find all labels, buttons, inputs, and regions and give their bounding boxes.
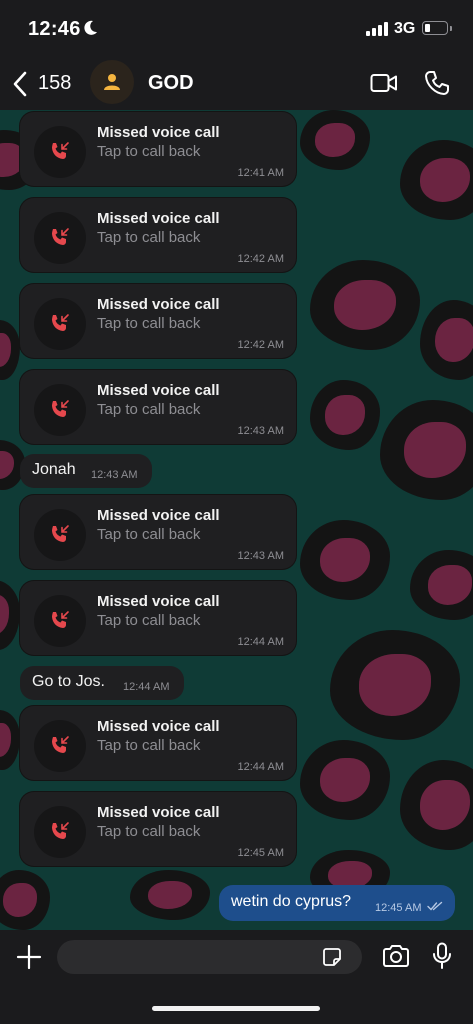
incoming-message[interactable]: Go to Jos. 12:44 AM — [20, 666, 184, 700]
missed-call-card[interactable]: Missed voice call Tap to call back 12:42… — [20, 198, 296, 272]
missed-call-icon — [34, 212, 86, 264]
missed-call-icon — [34, 384, 86, 436]
back-unread-count[interactable]: 158 — [38, 72, 71, 95]
missed-call-card[interactable]: Missed voice call Tap to call back 12:43… — [20, 495, 296, 569]
missed-call-card[interactable]: Missed voice call Tap to call back 12:41… — [20, 112, 296, 186]
call-title: Missed voice call — [97, 382, 220, 399]
call-subtitle: Tap to call back — [97, 737, 201, 754]
message-list: Missed voice call Tap to call back 12:41… — [0, 110, 473, 930]
message-text: Go to Jos. — [32, 673, 105, 690]
camera-icon[interactable] — [382, 944, 410, 968]
person-icon — [104, 74, 120, 90]
phone-icon[interactable] — [424, 70, 450, 96]
chevron-left-icon[interactable] — [10, 70, 30, 98]
message-time: 12:45 AM — [375, 902, 422, 914]
composer-bar — [0, 930, 473, 1024]
home-indicator — [152, 1006, 320, 1011]
call-subtitle: Tap to call back — [97, 143, 201, 160]
battery-icon — [422, 21, 452, 35]
microphone-icon[interactable] — [432, 942, 452, 970]
contact-name[interactable]: GOD — [148, 72, 194, 95]
status-time: 12:46 — [28, 18, 81, 40]
message-time: 12:43 AM — [91, 469, 138, 481]
call-title: Missed voice call — [97, 210, 220, 227]
chat-area[interactable]: Missed voice call Tap to call back 12:41… — [0, 110, 473, 930]
message-time: 12:41 AM — [237, 167, 284, 179]
network-type: 3G — [394, 20, 416, 37]
call-subtitle: Tap to call back — [97, 612, 201, 629]
call-title: Missed voice call — [97, 593, 220, 610]
call-title: Missed voice call — [97, 296, 220, 313]
missed-call-icon — [34, 720, 86, 772]
call-subtitle: Tap to call back — [97, 315, 201, 332]
message-input[interactable] — [57, 940, 362, 974]
double-check-icon — [427, 901, 443, 911]
video-camera-icon[interactable] — [370, 72, 398, 94]
missed-call-card[interactable]: Missed voice call Tap to call back 12:45… — [20, 792, 296, 866]
message-text: Jonah — [32, 461, 76, 478]
message-time: 12:44 AM — [237, 636, 284, 648]
call-title: Missed voice call — [97, 507, 220, 524]
message-time: 12:45 AM — [237, 847, 284, 859]
message-time: 12:42 AM — [237, 339, 284, 351]
call-subtitle: Tap to call back — [97, 401, 201, 418]
outgoing-message[interactable]: wetin do cyprus? 12:45 AM — [219, 885, 455, 921]
missed-call-icon — [34, 806, 86, 858]
missed-call-card[interactable]: Missed voice call Tap to call back 12:44… — [20, 581, 296, 655]
missed-call-card[interactable]: Missed voice call Tap to call back 12:43… — [20, 370, 296, 444]
message-time: 12:42 AM — [237, 253, 284, 265]
call-title: Missed voice call — [97, 804, 220, 821]
message-time: 12:43 AM — [237, 550, 284, 562]
call-subtitle: Tap to call back — [97, 526, 201, 543]
call-subtitle: Tap to call back — [97, 229, 201, 246]
call-title: Missed voice call — [97, 124, 220, 141]
call-subtitle: Tap to call back — [97, 823, 201, 840]
sticker-icon[interactable] — [321, 946, 343, 968]
message-time: 12:44 AM — [237, 761, 284, 773]
missed-call-icon — [34, 298, 86, 350]
missed-call-card[interactable]: Missed voice call Tap to call back 12:44… — [20, 706, 296, 780]
message-text: wetin do cyprus? — [231, 893, 352, 910]
avatar[interactable] — [90, 60, 134, 104]
message-time: 12:44 AM — [123, 681, 170, 693]
missed-call-icon — [34, 509, 86, 561]
plus-icon[interactable] — [16, 944, 42, 970]
chat-header: 158 GOD — [0, 60, 473, 110]
signal-strength-icon — [366, 22, 388, 36]
missed-call-icon — [34, 595, 86, 647]
call-title: Missed voice call — [97, 718, 220, 735]
incoming-message[interactable]: Jonah 12:43 AM — [20, 454, 152, 488]
missed-call-card[interactable]: Missed voice call Tap to call back 12:42… — [20, 284, 296, 358]
moon-icon — [84, 20, 97, 35]
missed-call-icon — [34, 126, 86, 178]
status-bar: 12:46 3G — [0, 0, 473, 60]
message-time: 12:43 AM — [237, 425, 284, 437]
